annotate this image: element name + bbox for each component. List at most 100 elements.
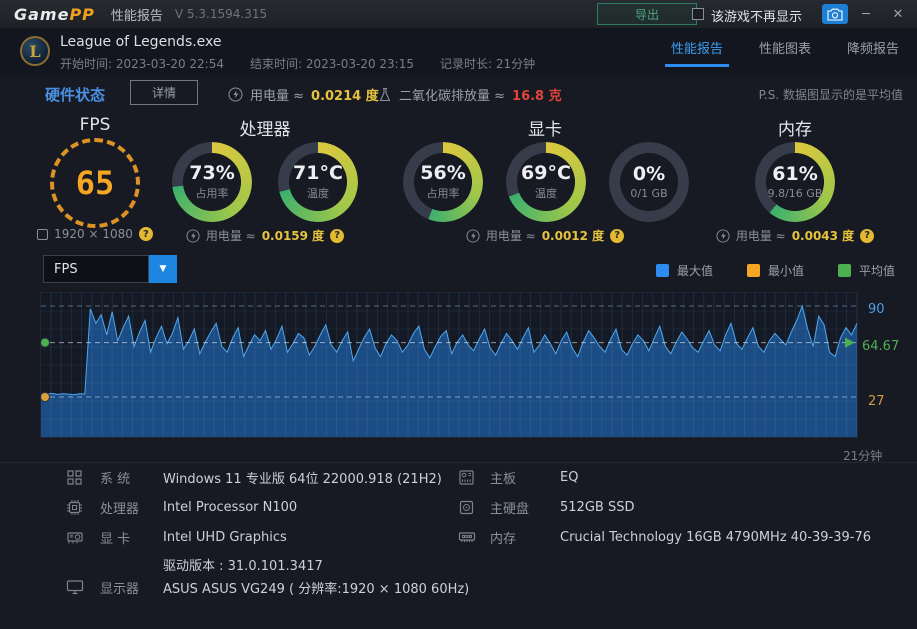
tab-performance-report[interactable]: 性能报告 — [664, 38, 729, 67]
motherboard-value: EQ — [560, 469, 579, 485]
mem-section-title: 内存 — [778, 120, 812, 140]
tab-performance-chart[interactable]: 性能图表 — [759, 38, 811, 67]
monitor-value: ASUS ASUS VG249 ( 分辨率:1920 × 1080 60Hz) — [163, 581, 470, 597]
metric-selector-value[interactable]: FPS — [43, 255, 149, 283]
fps-gauge: 65 — [50, 138, 140, 228]
system-label: 系 统 — [100, 471, 131, 487]
hide-game-label: 该游戏不再显示 — [711, 10, 803, 25]
legend-min-swatch — [746, 264, 760, 277]
y-axis-min-label: 27 — [868, 394, 885, 409]
close-button[interactable]: ✕ — [884, 0, 912, 28]
minimize-button[interactable]: ─ — [852, 0, 880, 28]
gpu-usage-gauge: 56% 占用率 — [403, 142, 483, 222]
cpu-temp-value: 71°C — [293, 161, 343, 184]
disk-icon — [458, 499, 484, 516]
gamepp-logo: GamePP — [14, 5, 95, 24]
metric-selector[interactable]: FPS ▼ — [43, 255, 177, 283]
legend-min[interactable]: 最小值 — [746, 262, 804, 279]
detail-button[interactable]: 详情 — [130, 80, 198, 105]
co2-label: 二氧化碳排放量 ≈ — [399, 89, 506, 104]
mem-help-icon[interactable]: ? — [860, 228, 875, 243]
titlebar: GamePP 性能报告 V 5.3.1594.315 导出 该游戏不再显示 ─ … — [0, 0, 917, 28]
fps-section-title: FPS — [79, 115, 111, 135]
power-icon — [228, 87, 243, 102]
total-power-item: 用电量 ≈ 0.0214 度 — [228, 85, 379, 104]
cpu-power-value: 0.0159 度 — [261, 229, 325, 243]
min-marker-dot — [41, 392, 50, 402]
chart-legend: 最大值 最小值 平均值 — [655, 262, 895, 279]
cpu-usage-label: 占用率 — [195, 187, 229, 201]
start-time: 开始时间: 2023-03-20 22:54 — [60, 57, 224, 71]
chevron-down-icon[interactable]: ▼ — [149, 255, 177, 283]
fps-resolution-caption: 1920 × 1080 ? — [20, 227, 170, 241]
gpu-value: Intel UHD Graphics — [163, 529, 287, 545]
logo-text-game: Game — [14, 4, 70, 24]
gpu-temp-gauge: 69°C 温度 — [506, 142, 586, 222]
ram-icon — [458, 530, 484, 544]
cpu-usage-gauge: 73% 占用率 — [172, 142, 252, 222]
avg-marker-dot — [41, 337, 50, 348]
report-header: L League of Legends.exe 开始时间: 2023-03-20… — [0, 28, 917, 76]
export-button[interactable]: 导出 — [597, 3, 697, 25]
fps-help-icon[interactable]: ? — [138, 227, 153, 241]
session-times: 开始时间: 2023-03-20 22:54 结束时间: 2023-03-20 … — [60, 55, 535, 72]
y-axis-max-label: 90 — [868, 302, 885, 317]
duration: 记录时长: 21分钟 — [440, 57, 536, 71]
cpu-help-icon[interactable]: ? — [330, 228, 345, 243]
version-label: V 5.3.1594.315 — [174, 7, 268, 21]
cpu-section-title: 处理器 — [239, 120, 291, 140]
motherboard-label: 主板 — [490, 471, 517, 487]
legend-max[interactable]: 最大值 — [655, 262, 713, 279]
cpu-temp-gauge: 71°C 温度 — [278, 142, 358, 222]
app-title: 性能报告 — [110, 8, 163, 24]
tab-throttle-report[interactable]: 降频报告 — [847, 38, 899, 67]
fps-area-chart — [41, 293, 857, 437]
ram-value: Crucial Technology 16GB 4790MHz 40-39-39… — [560, 529, 872, 545]
power-icon — [716, 228, 730, 243]
fps-value: 65 — [75, 164, 115, 202]
gpu-label: 显 卡 — [100, 531, 131, 547]
y-axis-avg-label: 64.67 — [862, 339, 900, 354]
mem-usage-gauge: 61% 9.8/16 GB — [755, 142, 835, 222]
mem-usage-value: 61% — [772, 163, 818, 186]
gpu-vram-label: 0/1 GB — [630, 186, 668, 200]
monitor-label: 显示器 — [100, 581, 140, 597]
legend-avg[interactable]: 平均值 — [837, 262, 895, 279]
gpu-vram-gauge: 0% 0/1 GB — [609, 142, 689, 222]
mem-power-value: 0.0043 度 — [791, 229, 855, 243]
power-icon — [186, 228, 200, 243]
resolution-icon — [37, 228, 49, 240]
cpu-temp-label: 温度 — [307, 187, 329, 201]
monitor-icon — [66, 579, 92, 595]
hide-game-checkbox[interactable] — [692, 8, 704, 20]
gpu-usage-label: 占用率 — [426, 187, 460, 201]
hardware-status-title: 硬件状态 — [45, 86, 106, 104]
gamepp-window: GamePP 性能报告 V 5.3.1594.315 导出 该游戏不再显示 ─ … — [0, 0, 917, 629]
cpu-usage-value: 73% — [189, 161, 235, 184]
gpu-help-icon[interactable]: ? — [610, 228, 625, 243]
disk-value: 512GB SSD — [560, 499, 635, 515]
cpu-label: 处理器 — [100, 501, 140, 517]
end-time: 结束时间: 2023-03-20 23:15 — [250, 57, 414, 71]
ram-label: 内存 — [490, 531, 517, 547]
co2-value: 16.8 克 — [512, 89, 562, 104]
legend-max-label: 最大值 — [676, 264, 713, 278]
disk-label: 主硬盘 — [490, 501, 530, 517]
co2-item: 二氧化碳排放量 ≈ 16.8 克 — [378, 85, 562, 104]
mem-usage-label: 9.8/16 GB — [767, 186, 823, 200]
fps-resolution: 1920 × 1080 — [54, 227, 133, 241]
system-icon — [66, 469, 92, 486]
gpu-temp-label: 温度 — [535, 187, 557, 201]
gpu-section-title: 显卡 — [528, 120, 562, 140]
camera-icon — [827, 8, 843, 21]
legend-avg-swatch — [837, 264, 851, 277]
report-tabs: 性能报告 性能图表 降频报告 — [664, 38, 899, 67]
system-info-panel: 系 统 Windows 11 专业版 64位 22000.918 (21H2) … — [0, 462, 917, 629]
total-power-value: 0.0214 度 — [311, 89, 379, 104]
cpu-value: Intel Processor N100 — [163, 499, 298, 515]
gpu-power-caption: 用电量 ≈ 0.0012 度 ? — [455, 227, 635, 244]
cpu-icon — [66, 499, 92, 516]
cpu-power-caption: 用电量 ≈ 0.0159 度 ? — [180, 227, 350, 244]
system-value: Windows 11 专业版 64位 22000.918 (21H2) — [163, 471, 442, 487]
screenshot-button[interactable] — [822, 4, 848, 24]
